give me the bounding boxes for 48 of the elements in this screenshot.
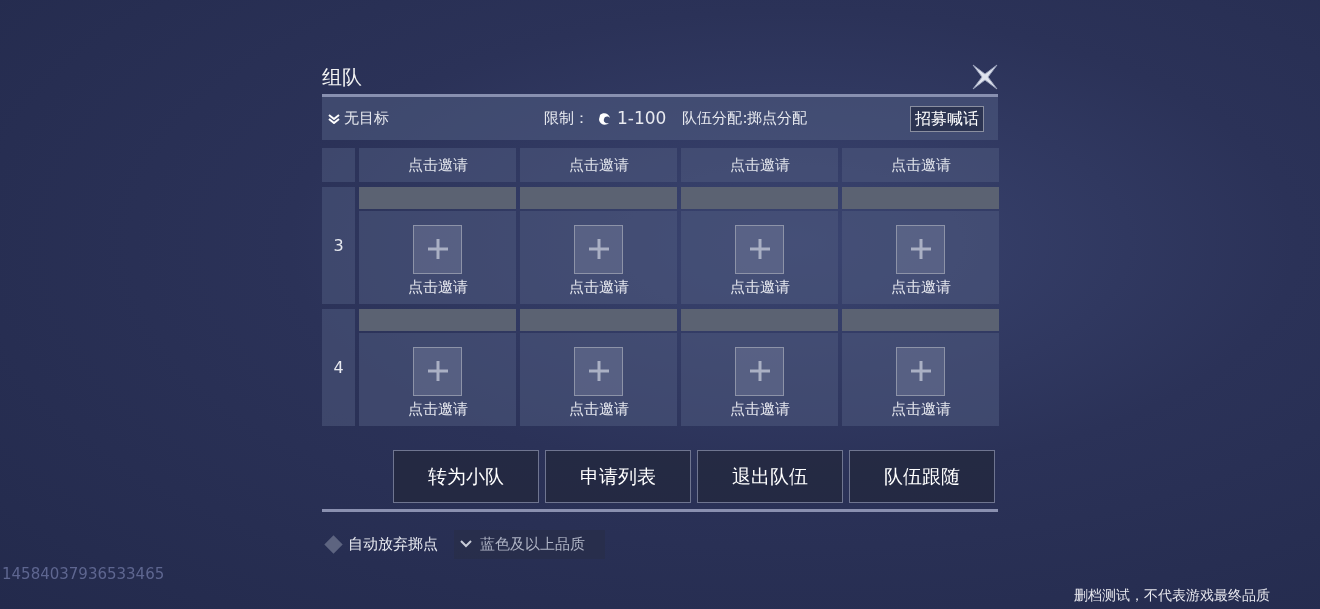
invite-button[interactable]: 点击邀请 xyxy=(359,148,516,182)
action-button[interactable]: 转为小队 xyxy=(393,450,539,503)
add-button[interactable] xyxy=(413,346,462,396)
add-button[interactable] xyxy=(735,346,784,396)
recruit-button[interactable]: 招募喊话 xyxy=(910,105,984,132)
invite-label: 点击邀请 xyxy=(890,276,951,298)
invite-button[interactable]: 点击邀请 xyxy=(520,148,677,182)
plus-icon xyxy=(748,360,771,382)
plus-icon xyxy=(909,238,932,260)
invite-button[interactable]: 点击邀请 xyxy=(842,148,999,182)
action-button[interactable]: 退出队伍 xyxy=(697,450,843,503)
caret-icon xyxy=(460,540,472,549)
uid-text: 14584037936533465 xyxy=(2,564,165,585)
notice-text: 删档测试，不代表游戏最终品质 xyxy=(1074,586,1270,605)
invite-button[interactable]: 点击邀请 xyxy=(681,148,838,182)
add-button[interactable] xyxy=(735,224,784,274)
auto-pass-label: 自动放弃掷点 xyxy=(348,534,438,555)
invite-label: 点击邀请 xyxy=(568,276,629,298)
plus-icon xyxy=(748,238,771,260)
invite-label: 点击邀请 xyxy=(407,398,468,420)
add-button[interactable] xyxy=(896,346,945,396)
group-number: 3 xyxy=(322,187,355,304)
plus-icon xyxy=(587,360,610,382)
add-button[interactable] xyxy=(413,224,462,274)
invite-label: 点击邀请 xyxy=(407,276,468,298)
window-title: 组队 xyxy=(322,64,362,91)
close-icon[interactable] xyxy=(972,64,998,90)
invite-label: 点击邀请 xyxy=(890,398,951,420)
action-button[interactable]: 队伍跟随 xyxy=(849,450,995,503)
add-button[interactable] xyxy=(574,224,623,274)
limit-label: 限制： xyxy=(544,108,589,130)
action-button[interactable]: 申请列表 xyxy=(545,450,691,503)
plus-icon xyxy=(426,360,449,382)
add-button[interactable] xyxy=(896,224,945,274)
invite-label: 点击邀请 xyxy=(729,398,790,420)
leaf-icon xyxy=(597,110,613,127)
chevron-icon xyxy=(328,113,340,124)
quality-dropdown[interactable]: 蓝色及以上品质 xyxy=(454,530,605,559)
plus-icon xyxy=(587,238,610,260)
plus-icon xyxy=(426,238,449,260)
invite-label: 点击邀请 xyxy=(729,276,790,298)
invite-label: 点击邀请 xyxy=(568,398,629,420)
distribution-label: 队伍分配:掷点分配 xyxy=(682,108,808,130)
add-button[interactable] xyxy=(574,346,623,396)
plus-icon xyxy=(909,360,932,382)
target-label[interactable]: 无目标 xyxy=(344,107,389,130)
group-number: 4 xyxy=(322,309,355,426)
level-range: 1-100 xyxy=(617,106,667,130)
